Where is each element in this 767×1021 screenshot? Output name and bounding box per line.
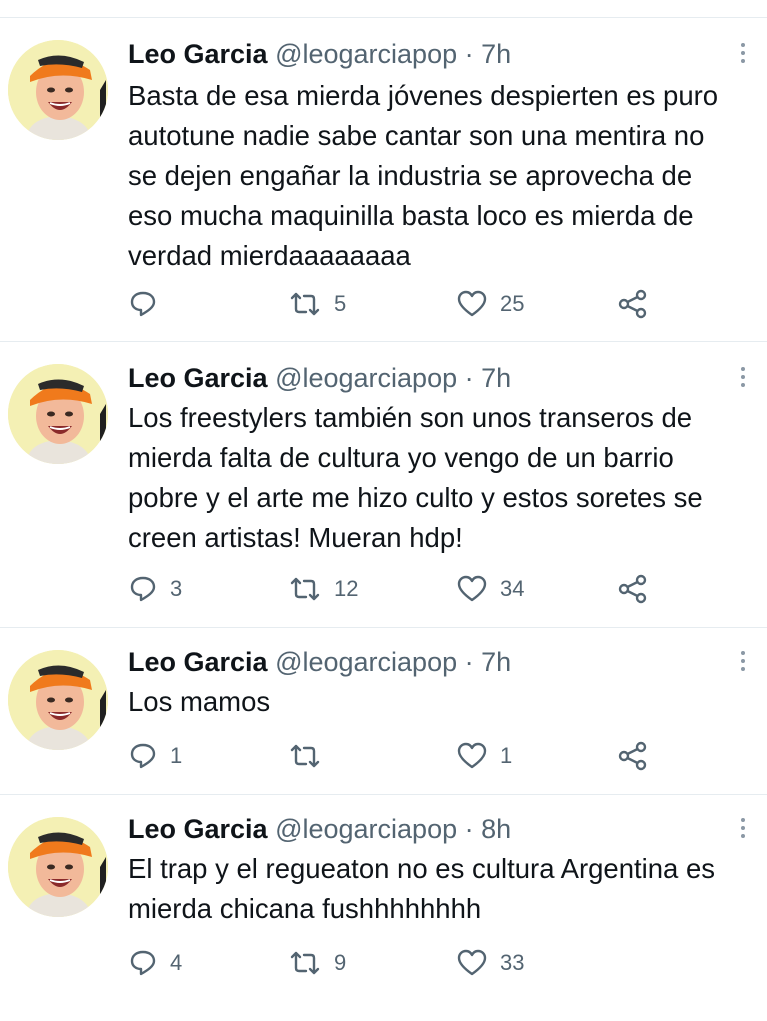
more-options-icon[interactable] — [739, 364, 747, 394]
separator: · — [464, 39, 474, 69]
tweet-actions: 4 9 33 — [128, 943, 668, 983]
retweet-icon — [290, 951, 320, 975]
like-button[interactable]: 34 — [456, 569, 524, 609]
heart-icon — [457, 742, 487, 769]
retweet-count: 12 — [334, 576, 359, 601]
more-options-icon[interactable] — [739, 815, 747, 845]
avatar[interactable] — [8, 650, 108, 750]
share-icon — [618, 741, 647, 771]
tweet-actions: 1 1 — [128, 736, 668, 776]
timestamp[interactable]: 7h — [481, 39, 511, 69]
like-count: 25 — [500, 291, 525, 316]
reply-button[interactable] — [128, 284, 170, 324]
tweet[interactable]: Leo Garcia @leogarciapop · 7h Los freest… — [0, 342, 767, 628]
avatar-image — [8, 364, 108, 464]
reply-button[interactable]: 3 — [128, 569, 182, 609]
heart-icon — [457, 290, 487, 317]
like-button[interactable]: 1 — [456, 736, 512, 776]
user-handle[interactable]: @leogarciapop — [275, 39, 457, 69]
like-count: 1 — [500, 743, 513, 768]
share-icon — [618, 574, 647, 604]
separator: · — [464, 814, 474, 844]
user-handle[interactable]: @leogarciapop — [275, 363, 457, 393]
timestamp[interactable]: 7h — [481, 363, 511, 393]
user-handle[interactable]: @leogarciapop — [275, 814, 457, 844]
timestamp[interactable]: 8h — [481, 814, 511, 844]
share-button[interactable] — [616, 736, 650, 776]
like-count: 34 — [500, 576, 525, 601]
user-name[interactable]: Leo Garcia — [128, 814, 268, 844]
tweet[interactable]: Leo Garcia @leogarciapop · 7h Los mamos … — [0, 628, 767, 795]
like-button[interactable]: 25 — [456, 284, 524, 324]
heart-icon — [457, 575, 487, 602]
avatar[interactable] — [8, 817, 108, 917]
like-count: 33 — [500, 950, 525, 975]
more-options-icon[interactable] — [739, 648, 747, 678]
retweet-icon — [290, 292, 320, 316]
retweet-count: 9 — [334, 950, 347, 975]
share-icon — [618, 289, 647, 319]
tweet-text: Los freestylers también son unos transer… — [128, 402, 703, 553]
like-button[interactable]: 33 — [456, 943, 524, 983]
user-handle[interactable]: @leogarciapop — [275, 647, 457, 677]
retweet-icon — [290, 577, 320, 601]
reply-icon — [130, 291, 156, 317]
tweet[interactable]: Leo Garcia @leogarciapop · 8h El trap y … — [0, 795, 767, 1021]
reply-icon — [130, 950, 156, 976]
tweet-header: Leo Garcia @leogarciapop · 7h — [128, 36, 747, 72]
tweet-text: Los mamos — [128, 686, 271, 717]
retweet-icon — [290, 744, 320, 768]
tweet-actions: 5 25 — [128, 284, 668, 324]
tweet-header: Leo Garcia @leogarciapop · 8h — [128, 811, 747, 847]
reply-button[interactable]: 4 — [128, 943, 182, 983]
retweet-button[interactable]: 12 — [288, 569, 358, 609]
retweet-button[interactable]: 5 — [288, 284, 346, 324]
reply-icon — [130, 743, 156, 769]
avatar[interactable] — [8, 40, 108, 140]
reply-icon — [130, 576, 156, 602]
reply-button[interactable]: 1 — [128, 736, 182, 776]
separator: · — [464, 363, 474, 393]
tweet-text: Basta de esa mierda jóvenes despierten e… — [128, 80, 719, 271]
tweet-text: El trap y el regueaton no es cultura Arg… — [128, 853, 716, 924]
user-name[interactable]: Leo Garcia — [128, 647, 268, 677]
share-button[interactable] — [616, 284, 650, 324]
share-button[interactable] — [616, 569, 650, 609]
avatar-image — [8, 817, 108, 917]
retweet-button[interactable] — [288, 736, 334, 776]
tweet-header: Leo Garcia @leogarciapop · 7h — [128, 360, 747, 396]
user-name[interactable]: Leo Garcia — [128, 363, 268, 393]
separator: · — [464, 647, 474, 677]
tweet-header: Leo Garcia @leogarciapop · 7h — [128, 644, 747, 680]
reply-count: 4 — [170, 950, 183, 975]
avatar-image — [8, 650, 108, 750]
more-options-icon[interactable] — [739, 40, 747, 70]
retweet-button[interactable]: 9 — [288, 943, 346, 983]
timeline: Leo Garcia @leogarciapop · 7h Basta de e… — [0, 0, 767, 1021]
user-name[interactable]: Leo Garcia — [128, 39, 268, 69]
retweet-count: 5 — [334, 291, 347, 316]
tweet-actions: 3 12 34 — [128, 569, 668, 609]
reply-count: 1 — [170, 743, 183, 768]
avatar[interactable] — [8, 364, 108, 464]
timestamp[interactable]: 7h — [481, 647, 511, 677]
avatar-image — [8, 40, 108, 140]
heart-icon — [457, 949, 487, 976]
tweet[interactable]: Leo Garcia @leogarciapop · 7h Basta de e… — [0, 18, 767, 342]
reply-count: 3 — [170, 576, 183, 601]
